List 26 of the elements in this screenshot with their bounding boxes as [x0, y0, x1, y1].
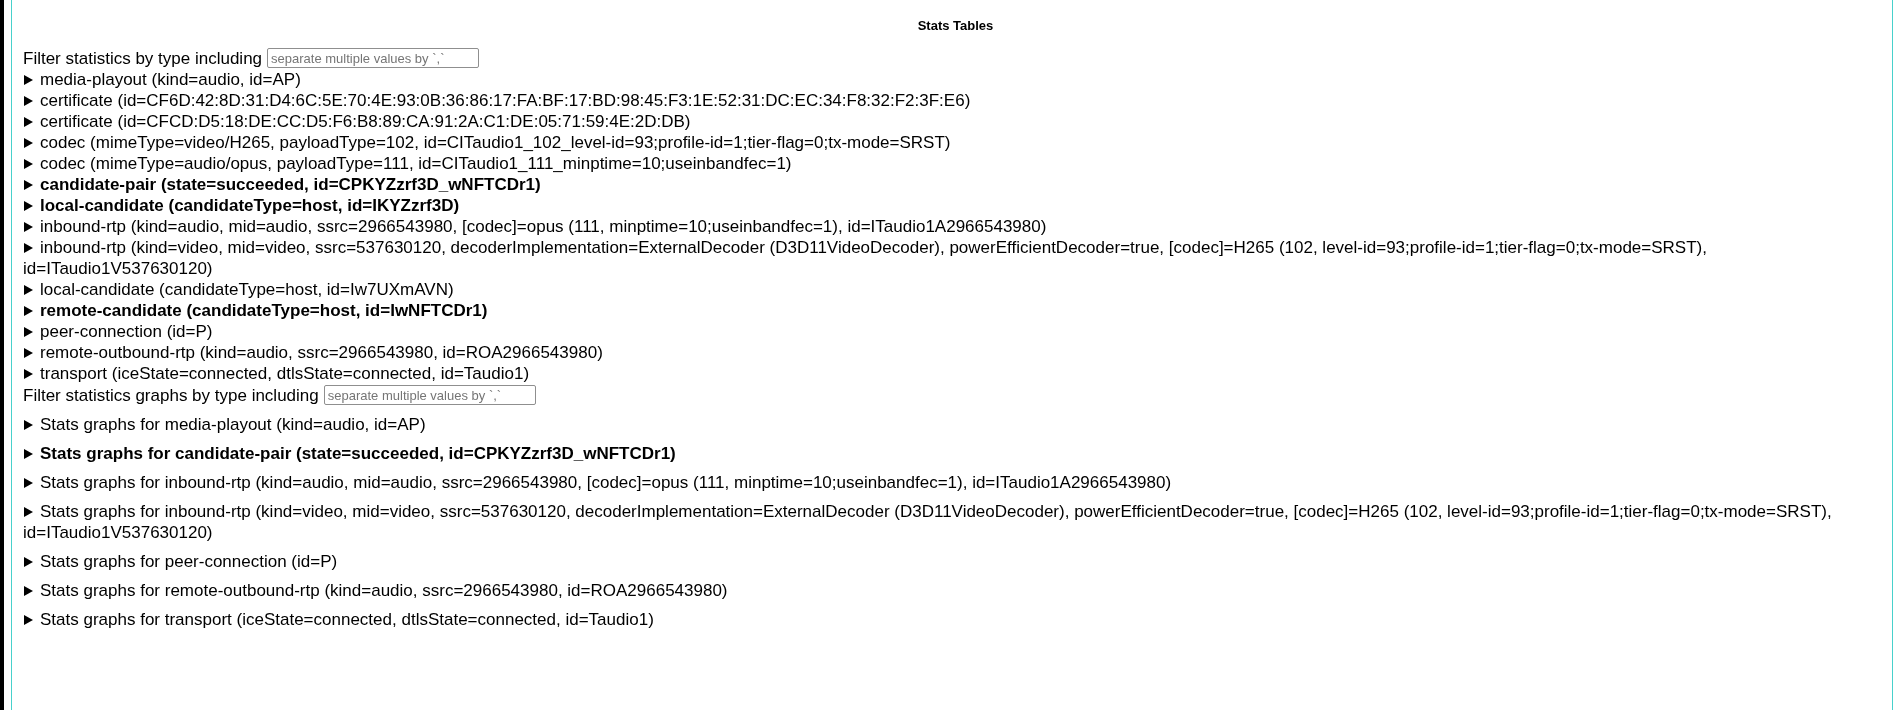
disclosure-toggle[interactable]: certificate (id=CFCD:D5:18:DE:CC:D5:F6:B8:89:CA:91:2A:C1:DE:05:71:59:4E:2D:DB) — [23, 111, 691, 132]
disclosure-toggle[interactable]: Stats graphs for peer-connection (id=P) — [23, 551, 338, 572]
disclosure-toggle[interactable]: Stats graphs for transport (iceState=connected, dtlsState=connected, id=Taudio1) — [23, 609, 654, 630]
disclosure-toggle[interactable]: codec (mimeType=audio/opus, payloadType=111, id=CITaudio1_111_minptime=10;useinbandfec=1) — [23, 153, 792, 174]
disclosure-toggle[interactable]: media-playout (kind=audio, id=AP) — [23, 69, 301, 90]
disclosure-toggle[interactable]: peer-connection (id=P) — [23, 321, 213, 342]
filter-label: Filter statistics graphs by type including — [23, 384, 319, 406]
disclosure-toggle[interactable]: transport (iceState=connected, dtlsState=connected, id=Taudio1) — [23, 363, 530, 384]
filter-input[interactable]: separate multiple values by `,` — [267, 48, 480, 68]
section-title: Stats Tables — [917, 18, 994, 34]
disclosure-toggle[interactable]: remote-outbound-rtp (kind=audio, ssrc=2966543980, id=ROA2966543980) — [23, 342, 603, 363]
disclosure-toggle[interactable]: Stats graphs for candidate-pair (state=succeeded, id=CPKYZzrf3D_wNFTCDr1) — [23, 443, 676, 464]
disclosure-toggle[interactable]: inbound-rtp (kind=video, mid=video, ssrc=537630120, decoderImplementation=ExternalDecoder (D3D11VideoDecoder), powerEfficientDecoder=true, [codec]=H265 (102, level-id=93;profile-id=1;tier-flag=0;tx-mode=SRST), id=ITaudio1V537630120) — [23, 237, 1888, 279]
disclosure-toggle[interactable]: codec (mimeType=video/H265, payloadType=102, id=CITaudio1_102_level-id=93;profile-id=1;tier-flag=0;tx-mode=SRST) — [23, 132, 951, 153]
disclosure-toggle[interactable]: certificate (id=CF6D:42:8D:31:D4:6C:5E:70:4E:93:0B:36:86:17:FA:BF:17:BD:98:45:F3:1E:52:31:DC:EC:34:F8:32:F2:3F:E6) — [23, 90, 971, 111]
disclosure-toggle[interactable]: inbound-rtp (kind=audio, mid=audio, ssrc=2966543980, [codec]=opus (111, minptime=10;useinbandfec=1), id=ITaudio1A2966543980) — [23, 216, 1047, 237]
disclosure-toggle[interactable]: local-candidate (candidateType=host, id=IKYZzrf3D) — [23, 195, 460, 216]
disclosure-toggle[interactable]: candidate-pair (state=succeeded, id=CPKYZzrf3D_wNFTCDr1) — [23, 174, 541, 195]
disclosure-toggle[interactable]: Stats graphs for inbound-rtp (kind=audio, mid=audio, ssrc=2966543980, [codec]=opus (111, minptime=10;useinbandfec=1), id=ITaudio1A2966543980) — [23, 472, 1172, 493]
filter-input[interactable]: separate multiple values by `,` — [323, 385, 536, 405]
disclosure-toggle[interactable]: Stats graphs for remote-outbound-rtp (kind=audio, ssrc=2966543980, id=ROA2966543980) — [23, 580, 728, 601]
filter-label: Filter statistics by type including — [23, 47, 263, 69]
disclosure-toggle[interactable]: local-candidate (candidateType=host, id=Iw7UXmAVN) — [23, 279, 454, 300]
disclosure-toggle[interactable]: Stats graphs for inbound-rtp (kind=video, mid=video, ssrc=537630120, decoderImplementation=ExternalDecoder (D3D11VideoDecoder), powerEfficientDecoder=true, [codec]=H265 (102, level-id=93;profile-id=1;tier-flag=0;tx-mode=SRST), id=ITaudio1V537630120) — [23, 501, 1888, 543]
disclosure-toggle[interactable]: Stats graphs for media-playout (kind=audio, id=AP) — [23, 414, 426, 435]
disclosure-toggle[interactable]: remote-candidate (candidateType=host, id=IwNFTCDr1) — [23, 300, 488, 321]
